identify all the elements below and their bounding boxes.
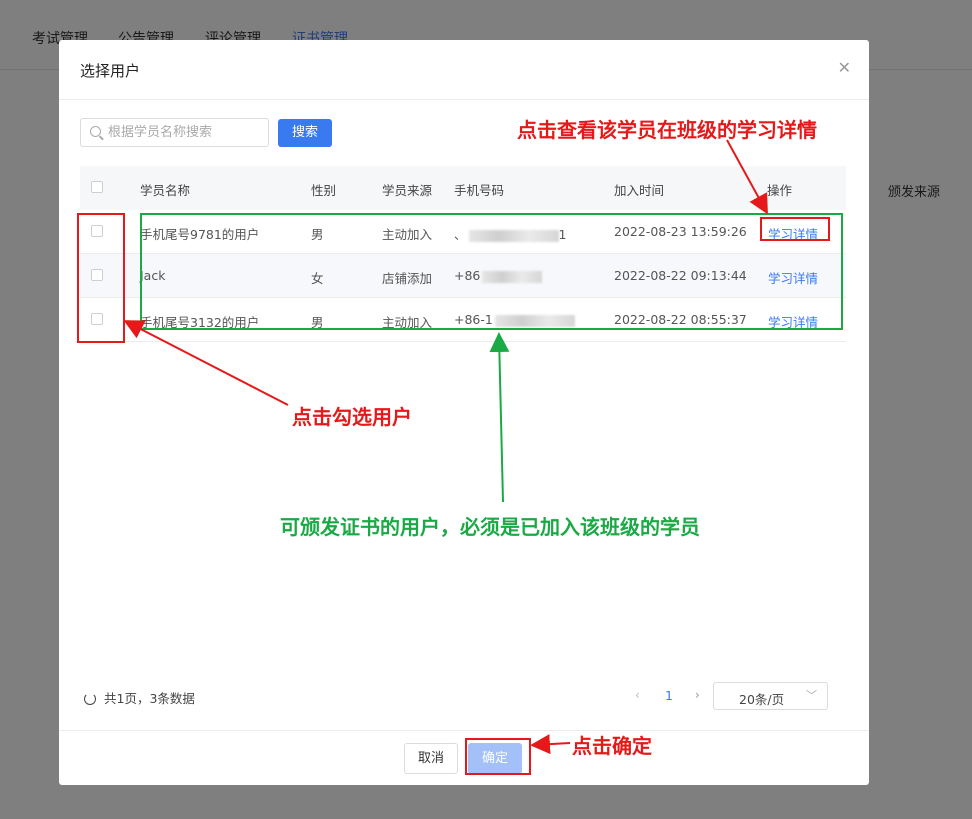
chevron-down-icon: ﹀ — [806, 689, 817, 702]
search-box[interactable] — [80, 118, 269, 147]
col-source: 学员来源 — [382, 183, 433, 198]
col-joined: 加入时间 — [614, 183, 665, 198]
page-size-select[interactable]: 20条/页 ﹀ — [713, 682, 828, 710]
col-gender: 性别 — [311, 183, 337, 198]
prev-page-button[interactable]: ‹ — [635, 688, 640, 702]
checkbox-highlight-box — [77, 213, 125, 343]
confirm-highlight-box — [465, 738, 531, 775]
table-header: 学员名称 性别 学员来源 手机号码 加入时间 操作 — [80, 166, 846, 210]
annotation-select-hint: 点击勾选用户 — [292, 405, 412, 429]
dialog-header: 选择用户 ✕ — [59, 40, 869, 100]
refresh-icon[interactable] — [84, 693, 96, 705]
page-number-current[interactable]: 1 — [665, 688, 673, 703]
search-button[interactable]: 搜索 — [278, 119, 332, 147]
col-action: 操作 — [767, 183, 793, 198]
search-icon — [90, 126, 101, 137]
select-all-checkbox[interactable] — [91, 181, 103, 193]
next-page-button[interactable]: › — [695, 688, 700, 702]
close-icon[interactable]: ✕ — [838, 58, 851, 77]
cancel-button[interactable]: 取消 — [404, 743, 458, 774]
search-input[interactable] — [108, 119, 266, 146]
select-user-dialog: 选择用户 ✕ 搜索 学员名称 性别 学员来源 手机号码 加入时间 操作 手机尾号… — [59, 40, 869, 785]
eligible-rows-highlight-box — [140, 213, 843, 330]
annotation-eligibility-hint: 可颁发证书的用户，必须是已加入该班级的学员 — [280, 515, 700, 539]
page-summary-text: 共1页，3条数据 — [104, 691, 195, 706]
dialog-footer: 取消 确定 — [59, 730, 869, 785]
annotation-detail-hint: 点击查看该学员在班级的学习详情 — [517, 118, 817, 142]
dialog-title: 选择用户 — [80, 62, 141, 80]
annotation-confirm-hint: 点击确定 — [572, 734, 652, 758]
page-summary: 共1页，3条数据 — [84, 688, 195, 707]
col-phone: 手机号码 — [454, 183, 505, 198]
page-size-value: 20条/页 — [739, 692, 785, 707]
col-name: 学员名称 — [140, 183, 191, 198]
detail-link-highlight-box — [760, 217, 830, 241]
